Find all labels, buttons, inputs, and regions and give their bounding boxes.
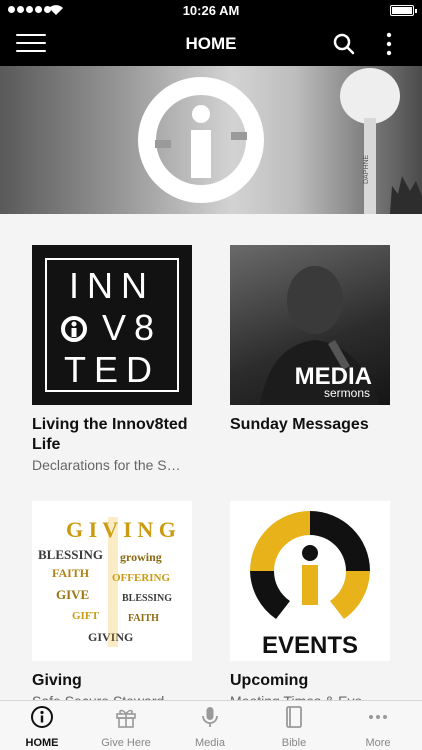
card-title: Sunday Messages	[230, 416, 369, 433]
card-title: Giving	[32, 672, 82, 689]
card-upcoming[interactable]: EVENTS Upcoming Meeting Times & Eve…	[230, 501, 390, 709]
page-title: HOME	[185, 34, 237, 53]
water-tower-image: DAPHNE	[340, 68, 422, 214]
church-logo-icon	[138, 77, 264, 203]
search-icon[interactable]	[333, 33, 355, 55]
tab-label: Media	[195, 737, 225, 749]
svg-text:G I V I N G: G I V I N G	[66, 517, 176, 542]
tab-give-here[interactable]: Give Here	[84, 705, 168, 749]
gift-icon	[116, 709, 136, 728]
tab-label: Bible	[281, 737, 307, 749]
top-navigation-bar: HOME	[0, 22, 422, 66]
events-art-label: EVENTS	[262, 632, 358, 659]
art-line-1: INN	[69, 265, 155, 306]
svg-text:GIFT: GIFT	[72, 610, 100, 622]
tab-label: Give Here	[101, 737, 151, 749]
bottom-tab-bar: HOME Give Here Media Bible More	[0, 700, 422, 750]
svg-text:BLESSING: BLESSING	[122, 593, 172, 604]
card-sunday-messages[interactable]: MEDIA sermons Sunday Messages	[230, 245, 390, 437]
tab-home[interactable]: HOME	[0, 705, 84, 749]
status-bar: 10:26 AM	[0, 0, 422, 22]
card-image: G I V I N G BLESSING growing FAITH OFFER…	[32, 501, 192, 661]
card-image: EVENTS	[230, 501, 390, 661]
svg-text:OFFERING: OFFERING	[112, 572, 171, 584]
info-icon	[31, 706, 53, 728]
content-grid: INN V8 TED Living the Innov8ted Life Dec…	[0, 214, 422, 709]
card-title: Living the Innov8ted Life	[32, 416, 188, 453]
events-logo-icon: EVENTS	[250, 511, 370, 659]
card-giving[interactable]: G I V I N G BLESSING growing FAITH OFFER…	[32, 501, 192, 709]
more-vertical-icon[interactable]	[382, 31, 396, 57]
media-art-sub: sermons	[323, 386, 370, 400]
tab-label: HOME	[25, 737, 59, 749]
battery-icon	[390, 5, 417, 16]
svg-text:BLESSING: BLESSING	[38, 547, 103, 562]
more-icon	[369, 715, 387, 719]
card-image: MEDIA sermons	[230, 245, 390, 405]
card-subtitle: Declarations for the S…	[32, 457, 181, 473]
card-image: INN V8 TED	[32, 245, 192, 405]
tab-label: More	[365, 737, 391, 749]
tab-more[interactable]: More	[336, 705, 420, 749]
svg-text:GIVE: GIVE	[56, 587, 89, 602]
giving-word-cloud: G I V I N G BLESSING growing FAITH OFFER…	[38, 517, 176, 647]
status-time: 10:26 AM	[182, 3, 240, 18]
svg-text:growing: growing	[120, 550, 162, 564]
svg-text:FAITH: FAITH	[128, 613, 159, 624]
tower-text: DAPHNE	[363, 154, 370, 184]
book-icon	[286, 706, 302, 728]
tab-bible[interactable]: Bible	[252, 705, 336, 749]
i-logo-icon	[61, 316, 87, 342]
tab-media[interactable]: Media	[168, 705, 252, 749]
art-line-3: TED	[64, 349, 160, 390]
card-title: Upcoming	[230, 672, 309, 689]
hero-banner: DAPHNE	[0, 66, 422, 214]
svg-text:FAITH: FAITH	[52, 566, 90, 580]
microphone-icon	[202, 707, 218, 727]
art-line-2: V8	[32, 307, 192, 349]
innov8ted-art-text: INN V8 TED	[32, 265, 192, 391]
card-innov8ted-life[interactable]: INN V8 TED Living the Innov8ted Life Dec…	[32, 245, 192, 473]
